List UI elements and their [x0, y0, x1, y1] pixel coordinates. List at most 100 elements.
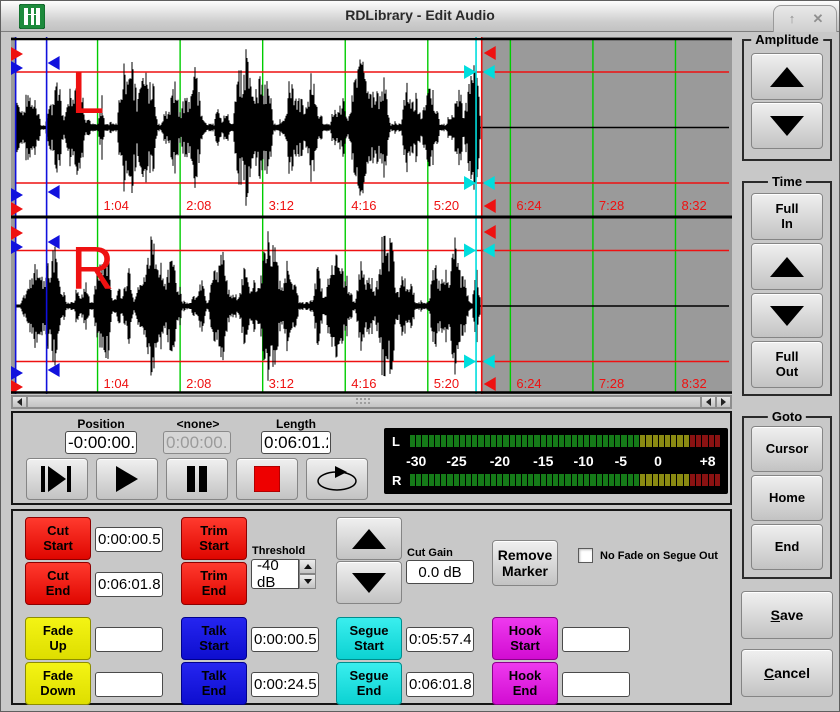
- marker-time-field: [163, 431, 231, 454]
- segue-end-field[interactable]: [406, 672, 474, 697]
- pause-button[interactable]: [166, 458, 228, 500]
- up-arrow-icon: [770, 67, 804, 87]
- window-title: RDLibrary - Edit Audio: [1, 7, 839, 23]
- cancel-button[interactable]: Cancel: [741, 649, 833, 697]
- fade-up-field[interactable]: [95, 627, 163, 652]
- goto-end-button[interactable]: End: [751, 524, 823, 570]
- segue-start-button[interactable]: Segue Start: [336, 617, 402, 660]
- save-button[interactable]: Save: [741, 591, 833, 639]
- threshold-label: Threshold: [252, 545, 305, 557]
- svg-text:7:28: 7:28: [599, 198, 624, 213]
- svg-text:6:24: 6:24: [516, 198, 541, 213]
- time-full-in-button[interactable]: Full In: [751, 193, 823, 240]
- waveform-svg[interactable]: 1:041:042:082:083:123:124:164:165:205:20…: [11, 37, 732, 394]
- shade-window-button[interactable]: ↑: [780, 9, 804, 28]
- cut-gain-field[interactable]: [406, 560, 474, 584]
- play-from-start-button[interactable]: [26, 458, 88, 500]
- titlebar-button-panel: ↑ ✕: [773, 5, 837, 32]
- time-zoom-in-button[interactable]: [751, 243, 823, 290]
- svg-text:3:12: 3:12: [269, 376, 294, 391]
- position-field[interactable]: [65, 431, 137, 454]
- svg-text:8:32: 8:32: [681, 198, 706, 213]
- stop-button[interactable]: [236, 458, 298, 500]
- svg-text:L: L: [71, 59, 104, 126]
- down-arrow-icon: [770, 116, 804, 136]
- hook-start-button[interactable]: Hook Start: [492, 617, 558, 660]
- gain-up-button[interactable]: [336, 517, 402, 560]
- play-from-start-icon: [40, 466, 74, 492]
- svg-text:2:08: 2:08: [186, 376, 211, 391]
- goto-home-button[interactable]: Home: [751, 475, 823, 521]
- loop-button[interactable]: [306, 458, 368, 500]
- talk-end-field[interactable]: [251, 672, 319, 697]
- threshold-value[interactable]: -40 dB: [251, 559, 299, 589]
- trim-start-button[interactable]: Trim Start: [181, 517, 247, 560]
- time-zoom-out-button[interactable]: [751, 293, 823, 338]
- play-button[interactable]: [96, 458, 158, 500]
- cut-start-field[interactable]: [95, 527, 163, 552]
- segue-end-button[interactable]: Segue End: [336, 662, 402, 705]
- cut-start-button[interactable]: Cut Start: [25, 517, 91, 560]
- play-icon: [114, 466, 140, 492]
- position-label: Position: [65, 417, 137, 431]
- remove-marker-button[interactable]: Remove Marker: [492, 540, 558, 586]
- goto-cursor-button[interactable]: Cursor: [751, 426, 823, 472]
- scroll-right-button[interactable]: [716, 396, 731, 408]
- pause-icon: [185, 466, 209, 492]
- talk-start-button[interactable]: Talk Start: [181, 617, 247, 660]
- svg-text:4:16: 4:16: [351, 198, 376, 213]
- time-group-title: Time: [768, 174, 806, 189]
- trim-end-button[interactable]: Trim End: [181, 562, 247, 605]
- threshold-spinbox[interactable]: -40 dB: [251, 559, 316, 589]
- talk-start-field[interactable]: [251, 627, 319, 652]
- amplitude-group: Amplitude: [742, 39, 832, 161]
- gain-down-button[interactable]: [336, 561, 402, 604]
- svg-text:5:20: 5:20: [434, 198, 459, 213]
- spin-down-icon: [304, 579, 312, 584]
- loop-icon: [315, 465, 359, 493]
- down-arrow-icon: [770, 306, 804, 326]
- amplitude-up-button[interactable]: [751, 53, 823, 100]
- goto-group: Goto Cursor Home End: [742, 416, 832, 579]
- scrollbar-thumb[interactable]: [27, 396, 701, 408]
- svg-text:3:12: 3:12: [269, 198, 294, 213]
- waveform-scrollbar[interactable]: [11, 395, 732, 409]
- down-arrow-icon: [352, 573, 386, 593]
- scroll-left-button[interactable]: [12, 396, 27, 408]
- no-fade-checkbox[interactable]: [578, 548, 593, 563]
- meter-scale: -30-25-20-15-10-50+8: [410, 453, 720, 468]
- talk-end-button[interactable]: Talk End: [181, 662, 247, 705]
- svg-text:4:16: 4:16: [351, 376, 376, 391]
- close-window-button[interactable]: ✕: [806, 9, 830, 28]
- cut-end-button[interactable]: Cut End: [25, 562, 91, 605]
- meter-right-label: R: [392, 473, 401, 488]
- length-field[interactable]: [261, 431, 331, 454]
- segue-start-field[interactable]: [406, 627, 474, 652]
- fade-up-button[interactable]: Fade Up: [25, 617, 91, 660]
- audio-level-meter: L -30-25-20-15-10-50+8 R: [384, 428, 728, 494]
- fade-down-button[interactable]: Fade Down: [25, 662, 91, 705]
- threshold-up-button[interactable]: [299, 559, 316, 574]
- scroll-left-button-2[interactable]: [701, 396, 716, 408]
- threshold-down-button[interactable]: [299, 574, 316, 589]
- hook-end-field[interactable]: [562, 672, 630, 697]
- spin-up-icon: [304, 564, 312, 569]
- scrollbar-grip-icon: [356, 398, 372, 406]
- amplitude-down-button[interactable]: [751, 102, 823, 149]
- time-group: Time Full In Full Out: [742, 181, 832, 396]
- meter-bars-right: [410, 474, 720, 486]
- hook-start-field[interactable]: [562, 627, 630, 652]
- left-arrow-icon: [17, 398, 22, 406]
- time-full-out-button[interactable]: Full Out: [751, 341, 823, 388]
- hook-end-button[interactable]: Hook End: [492, 662, 558, 705]
- svg-text:5:20: 5:20: [434, 376, 459, 391]
- waveform-display[interactable]: 1:041:042:082:083:123:124:164:165:205:20…: [11, 37, 732, 394]
- svg-text:6:24: 6:24: [516, 376, 541, 391]
- fade-down-field[interactable]: [95, 672, 163, 697]
- goto-group-title: Goto: [768, 409, 806, 424]
- no-fade-label: No Fade on Segue Out: [600, 550, 718, 562]
- cut-end-field[interactable]: [95, 572, 163, 597]
- edit-audio-window: RDLibrary - Edit Audio ↑ ✕ 1:041:042:082…: [0, 0, 840, 712]
- svg-text:1:04: 1:04: [104, 198, 129, 213]
- titlebar[interactable]: RDLibrary - Edit Audio ↑ ✕: [1, 1, 839, 32]
